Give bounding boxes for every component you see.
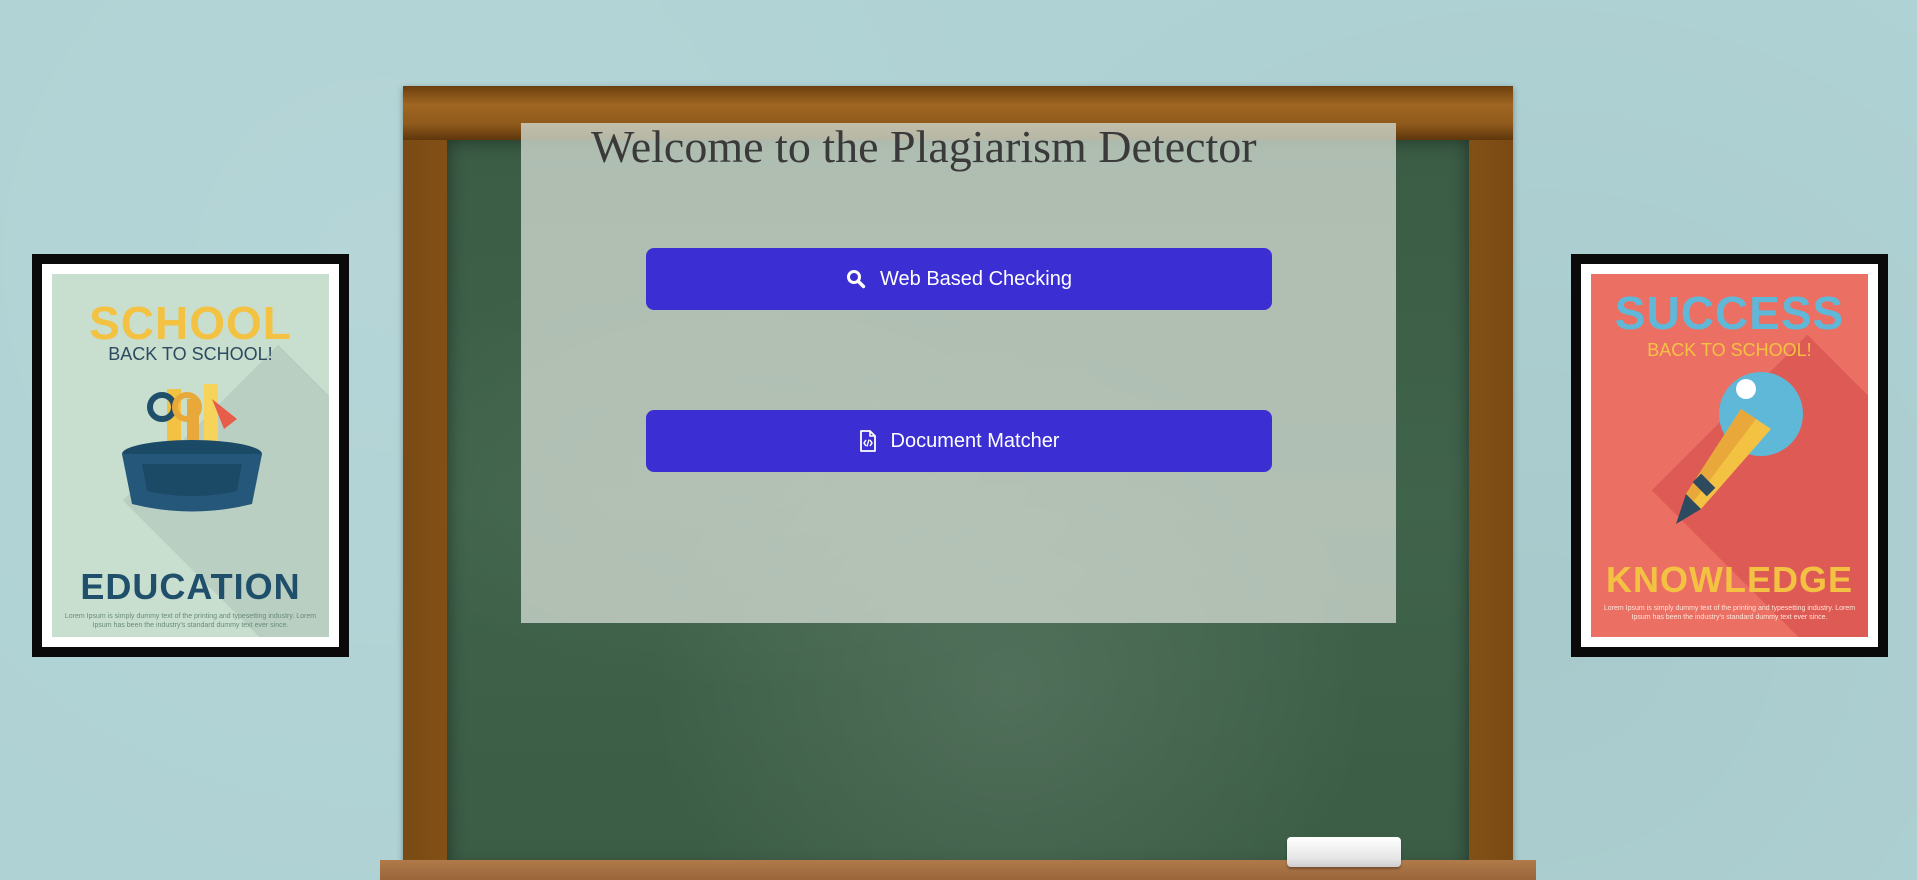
eraser [1287,837,1401,867]
poster-subtitle: BACK TO SCHOOL! [1647,340,1812,360]
main-panel: Welcome to the Plagiarism Detector Web B… [521,123,1396,623]
poster-artwork: SUCCESS BACK TO SCHOOL! KNOWLEDGE Lorem … [1591,274,1868,637]
web-based-checking-button[interactable]: Web Based Checking [646,248,1272,310]
poster-subtitle: BACK TO SCHOOL! [108,344,273,364]
page-title: Welcome to the Plagiarism Detector [591,121,1257,172]
pen-illustration [1676,372,1803,524]
poster-fine-print: Lorem Ipsum is simply dummy text of the … [1603,605,1856,621]
file-code-icon [859,430,877,452]
poster-success-knowledge: SUCCESS BACK TO SCHOOL! KNOWLEDGE Lorem … [1571,254,1888,657]
poster-mat: SCHOOL BACK TO SCHOOL! EDUCATION Lorem I… [42,264,339,647]
poster-artwork: SCHOOL BACK TO SCHOOL! EDUCATION Lorem I… [52,274,329,637]
poster-fine-print: Lorem Ipsum is simply dummy text of the … [64,613,317,629]
document-matcher-button[interactable]: Document Matcher [646,410,1272,472]
poster-headline: SCHOOL [89,297,292,349]
search-icon [846,269,866,289]
poster-school-education: SCHOOL BACK TO SCHOOL! EDUCATION Lorem I… [32,254,349,657]
web-based-checking-label: Web Based Checking [880,267,1072,290]
pencil-cup-illustration [122,384,262,512]
poster-headline: SUCCESS [1614,287,1845,339]
poster-mat: SUCCESS BACK TO SCHOOL! KNOWLEDGE Lorem … [1581,264,1878,647]
poster-footer: EDUCATION [80,566,301,607]
poster-footer: KNOWLEDGE [1606,559,1853,600]
document-matcher-label: Document Matcher [890,429,1060,452]
